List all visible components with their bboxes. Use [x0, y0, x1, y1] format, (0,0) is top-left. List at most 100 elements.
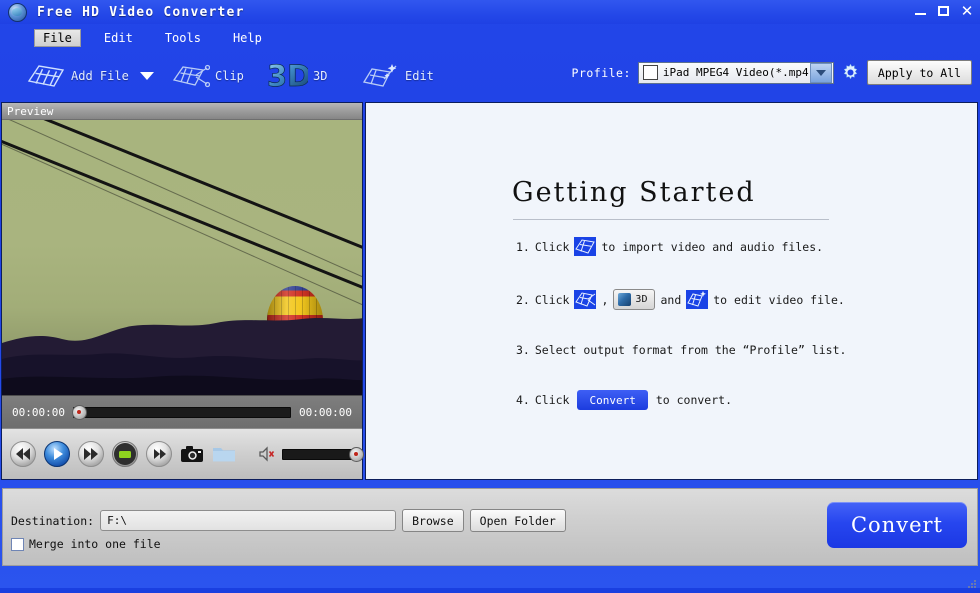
browse-button[interactable]: Browse [402, 509, 464, 532]
step-2: 2. Click , 3D and to edit video file. [516, 289, 966, 310]
step-2-post: to edit video file. [713, 292, 845, 307]
snapshot-icon[interactable] [180, 442, 204, 466]
menu-item-tools[interactable]: Tools [156, 29, 210, 47]
step-2-comma: , [601, 292, 609, 307]
getting-started-steps: 1. Click to import video and audio files… [516, 237, 966, 443]
menu-item-edit[interactable]: Edit [95, 29, 142, 47]
step-1-number: 1. [516, 239, 530, 254]
add-file-label: Add File [71, 69, 129, 83]
play-icon[interactable] [44, 441, 70, 467]
menu-item-tools-label: Tools [164, 31, 201, 45]
edit-button[interactable]: Edit [362, 56, 434, 96]
fast-forward-icon[interactable] [78, 441, 104, 467]
volume-slider-handle[interactable] [349, 446, 364, 462]
convert-button-inline[interactable]: Convert [577, 390, 648, 410]
volume-slider[interactable] [282, 446, 364, 462]
step-1-pre: Click [534, 239, 570, 254]
folder-icon[interactable] [212, 442, 236, 466]
speaker-muted-icon[interactable] [258, 446, 276, 462]
edit-icon[interactable] [686, 290, 709, 309]
clip-icon[interactable] [574, 290, 597, 309]
add-file-button[interactable]: Add File [26, 56, 154, 96]
open-folder-button[interactable]: Open Folder [469, 509, 566, 532]
add-file-icon[interactable] [574, 237, 597, 256]
menu-item-file[interactable]: File [34, 29, 81, 47]
profile-selected-value: iPad MPEG4 Video(*.mp4) [662, 66, 816, 79]
merge-row[interactable]: Merge into one file [11, 537, 161, 551]
clip-button[interactable]: Clip [172, 56, 244, 96]
menu-item-file-label: File [43, 31, 72, 45]
profile-select[interactable]: iPad MPEG4 Video(*.mp4) [637, 61, 834, 84]
window-controls: ✕ [914, 4, 974, 19]
minimize-button[interactable] [914, 4, 928, 18]
gear-icon[interactable] [841, 63, 860, 82]
bottom-bar: Destination: F:\ Browse Open Folder Merg… [2, 488, 978, 566]
rewind-icon[interactable] [10, 441, 36, 467]
destination-label: Destination: [11, 513, 95, 528]
apply-to-all-button[interactable]: Apply to All [866, 60, 972, 85]
app-globe-icon [8, 2, 27, 22]
open-folder-label: Open Folder [479, 513, 556, 528]
profile-section: Profile: iPad MPEG4 Video(*.mp4) Apply t… [572, 60, 972, 85]
video-preview-surface[interactable] [2, 120, 362, 395]
chevron-down-icon[interactable] [139, 72, 154, 80]
three-d-button[interactable]: 3D 3D [267, 56, 328, 96]
step-2-and: and [660, 292, 682, 307]
preview-panel: Preview 00:00:00 00:00:00 [1, 102, 364, 480]
page-title: Getting Started [512, 177, 756, 208]
step-1-post: to import video and audio files. [601, 239, 824, 254]
step-4-number: 4. [516, 393, 530, 407]
toolbar: Add File Clip 3D 3D Edit Profile: iPad M… [0, 52, 980, 100]
destination-row: Destination: F:\ Browse Open Folder [11, 509, 566, 532]
menu-item-edit-label: Edit [103, 31, 133, 45]
edit-label: Edit [405, 69, 434, 83]
browse-label: Browse [412, 513, 454, 528]
getting-started-panel: Getting Started 1. Click to import video… [365, 102, 978, 480]
title-divider [513, 219, 829, 220]
maximize-button[interactable] [937, 4, 951, 18]
step-4: 4. Click Convert to convert. [516, 390, 966, 410]
seek-slider[interactable] [71, 404, 292, 420]
preview-header: Preview [2, 103, 362, 120]
profile-checkbox-icon [642, 65, 658, 80]
total-time: 00:00:00 [299, 405, 352, 419]
step-3-number: 3. [516, 343, 530, 357]
step-4-post: to convert. [655, 393, 733, 407]
player-controls [2, 428, 364, 479]
current-time: 00:00:00 [12, 405, 65, 419]
chevron-down-icon[interactable] [809, 62, 832, 83]
step-4-pre: Click [534, 393, 570, 407]
menu-bar: File Edit Tools Help [0, 26, 980, 50]
preview-header-label: Preview [7, 104, 54, 118]
menu-item-help[interactable]: Help [224, 29, 271, 47]
step-1: 1. Click to import video and audio files… [516, 237, 966, 256]
merge-label: Merge into one file [29, 537, 161, 551]
svg-text:3D: 3D [268, 59, 308, 93]
stop-icon[interactable] [112, 441, 138, 467]
apply-to-all-label: Apply to All [877, 65, 961, 80]
three-d-label: 3D [313, 69, 328, 83]
next-frame-icon[interactable] [146, 441, 172, 467]
merge-checkbox[interactable] [11, 537, 24, 551]
step-3: 3. Select output format from the “Profil… [516, 343, 966, 357]
step-2-pre: Click [534, 292, 570, 307]
convert-button-label: Convert [850, 513, 943, 537]
three-d-button-inline[interactable]: 3D [613, 289, 656, 310]
hill-silhouette [2, 307, 362, 395]
window-title: Free HD Video Converter [37, 4, 245, 20]
convert-inline-label: Convert [589, 393, 636, 407]
volume-control[interactable] [258, 446, 364, 462]
convert-button[interactable]: Convert [827, 502, 967, 548]
three-d-glyph-icon [618, 293, 632, 306]
destination-value: F:\ [107, 514, 127, 527]
close-icon[interactable]: ✕ [960, 4, 974, 19]
menu-item-help-label: Help [232, 31, 262, 45]
seek-slider-handle[interactable] [71, 404, 87, 420]
resize-grip[interactable] [965, 574, 977, 588]
profile-label: Profile: [571, 65, 631, 80]
title-bar: Free HD Video Converter ✕ [0, 0, 980, 24]
film-strip-icon [26, 61, 66, 91]
three-d-inline-label: 3D [635, 294, 648, 305]
seek-bar-row: 00:00:00 00:00:00 [2, 395, 362, 428]
destination-input[interactable]: F:\ [100, 510, 397, 531]
